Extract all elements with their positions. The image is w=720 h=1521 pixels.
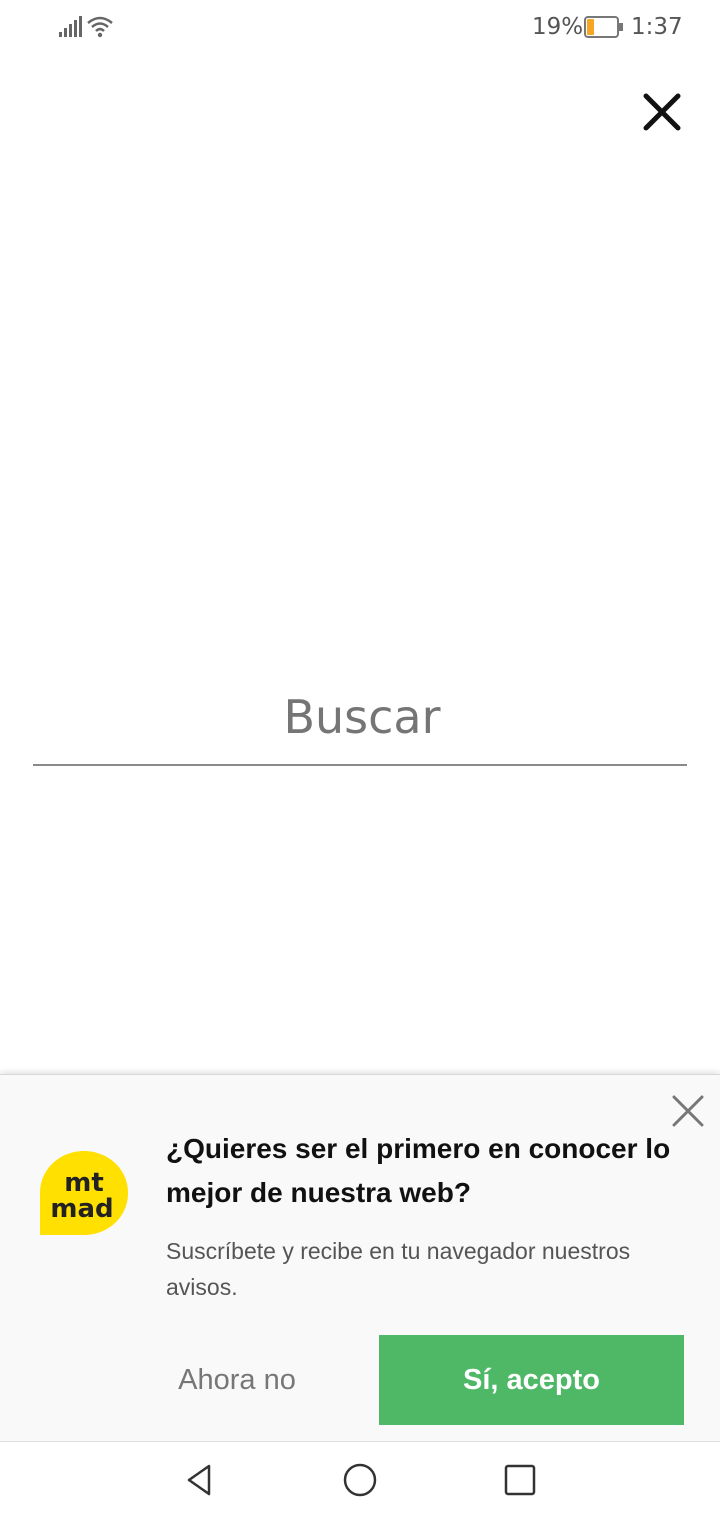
navigation-bar — [0, 1441, 720, 1521]
decline-button[interactable]: Ahora no — [122, 1335, 352, 1425]
status-bar: 19% 1:37 — [0, 0, 720, 56]
clock: 1:37 — [631, 14, 683, 40]
accept-button[interactable]: Sí, acepto — [379, 1335, 684, 1425]
prompt-body: Suscríbete y recibe en tu navegador nues… — [166, 1238, 631, 1300]
search-field — [33, 676, 691, 766]
close-icon — [672, 1095, 704, 1127]
battery-icon — [584, 16, 623, 38]
prompt-title: ¿Quieres ser el primero en conocer lo me… — [166, 1133, 671, 1208]
subscribe-prompt: mt mad ¿Quieres ser el primero en conoce… — [0, 1074, 720, 1441]
back-icon[interactable] — [182, 1462, 218, 1498]
mtmad-logo: mt mad — [40, 1151, 128, 1235]
search-input[interactable] — [33, 676, 691, 758]
wifi-icon — [87, 16, 113, 38]
home-icon[interactable] — [342, 1462, 378, 1498]
close-icon — [643, 93, 681, 131]
close-search-button[interactable] — [638, 88, 686, 136]
battery-percentage: 19% — [532, 14, 584, 40]
recent-apps-icon[interactable] — [502, 1462, 538, 1498]
signal-icon — [59, 16, 82, 37]
logo-text-bottom: mad — [50, 1194, 113, 1224]
